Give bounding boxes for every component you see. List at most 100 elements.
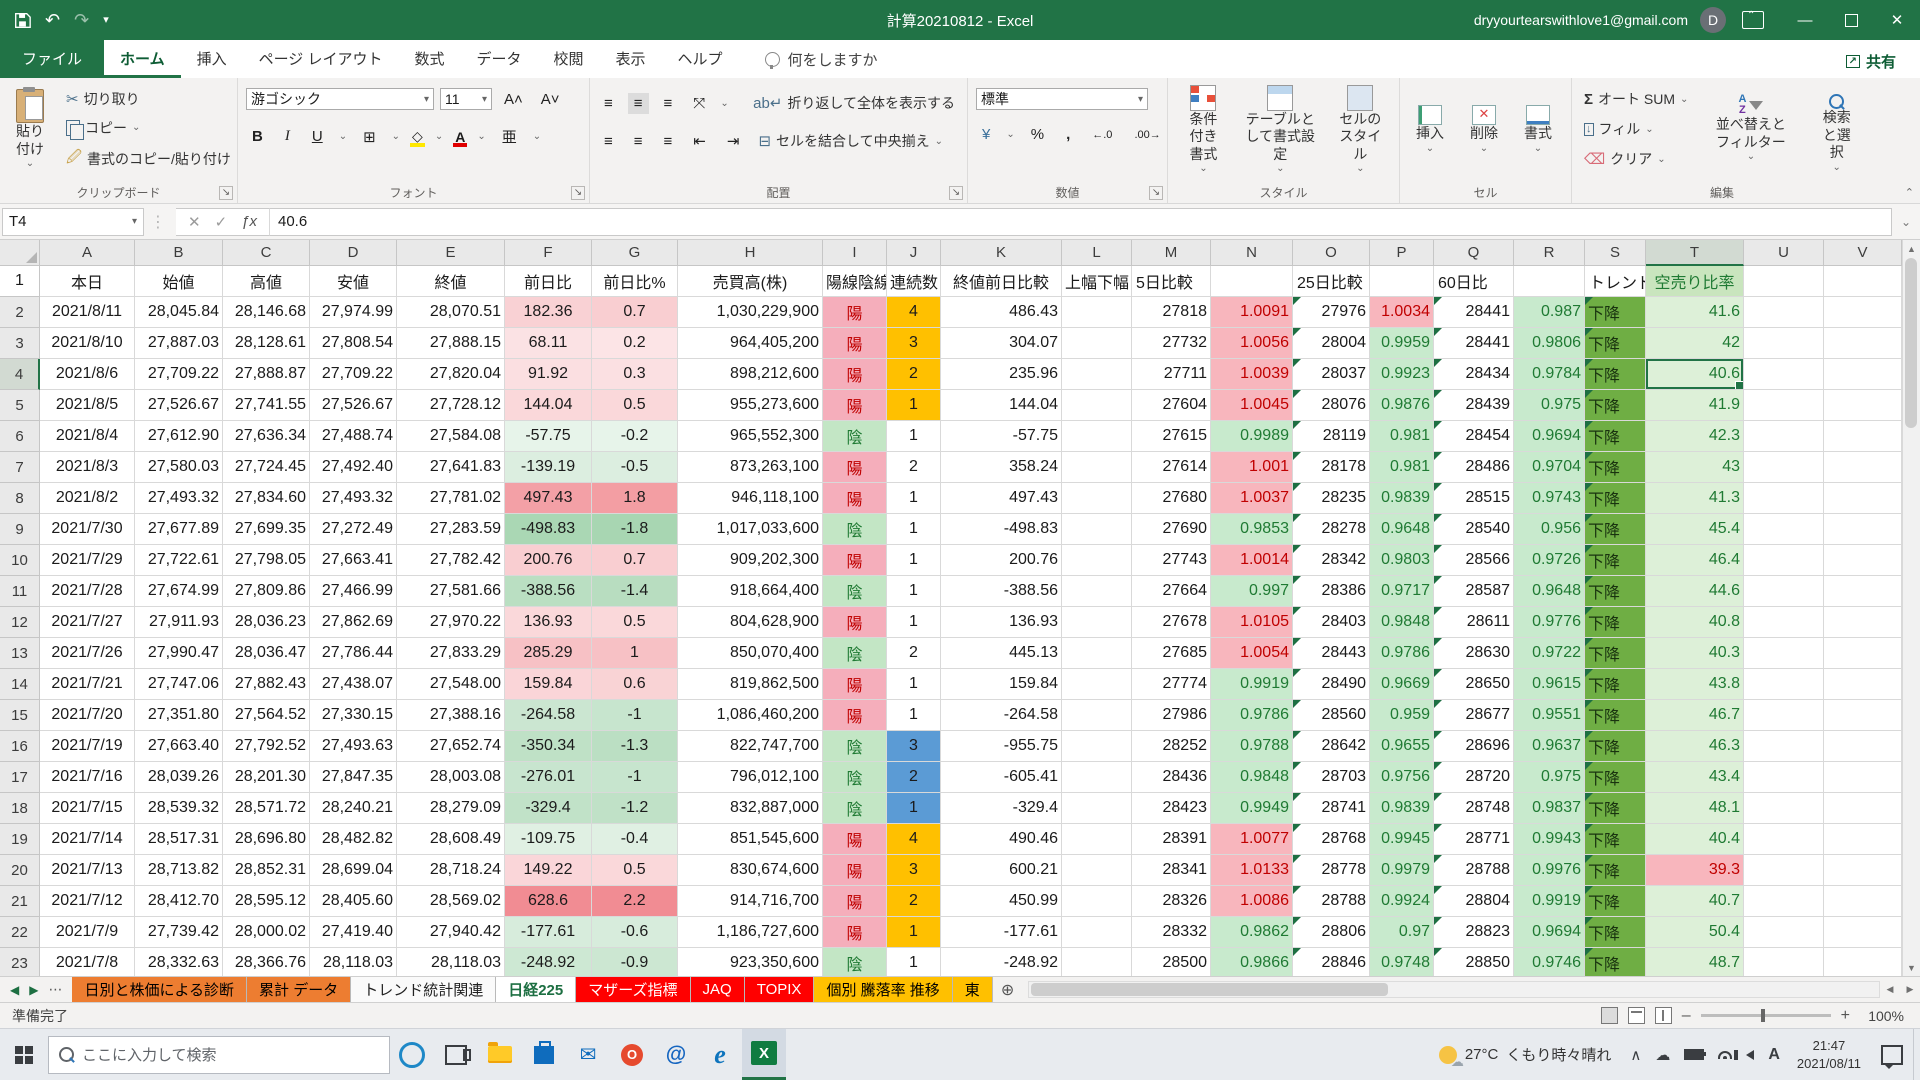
battery-icon[interactable] <box>1677 1049 1711 1060</box>
ribbon-tab-表示[interactable]: 表示 <box>600 40 662 78</box>
cell-K8[interactable]: 497.43 <box>941 483 1062 514</box>
cell-N23[interactable]: 0.9866 <box>1211 948 1293 976</box>
row-header-4[interactable]: 4 <box>0 359 40 390</box>
cell-D2[interactable]: 27,974.99 <box>310 297 397 328</box>
ribbon-display-options-icon[interactable] <box>1742 11 1764 29</box>
cell-E20[interactable]: 28,718.24 <box>397 855 505 886</box>
increase-decimal-icon[interactable]: ←.0 <box>1086 127 1118 143</box>
cell-M7[interactable]: 27614 <box>1132 452 1211 483</box>
cell-T16[interactable]: 46.3 <box>1646 731 1744 762</box>
cell-F11[interactable]: -388.56 <box>505 576 592 607</box>
comma-style-icon[interactable]: , <box>1060 124 1076 145</box>
cell-B4[interactable]: 27,709.22 <box>135 359 223 390</box>
cell-D23[interactable]: 28,118.03 <box>310 948 397 976</box>
cell-F16[interactable]: -350.34 <box>505 731 592 762</box>
onedrive-cloud-icon[interactable]: ☁ <box>1648 1046 1677 1064</box>
format-cells-button[interactable]: 書式⌄ <box>1516 103 1560 157</box>
column-header-R[interactable]: R <box>1514 240 1585 266</box>
zoom-in-icon[interactable]: + <box>1841 1007 1850 1025</box>
cell-J4[interactable]: 2 <box>887 359 941 390</box>
cell-D16[interactable]: 27,493.63 <box>310 731 397 762</box>
cell-K4[interactable]: 235.96 <box>941 359 1062 390</box>
cell-A23[interactable]: 2021/7/8 <box>40 948 135 976</box>
cell-I5[interactable]: 陽 <box>823 390 887 421</box>
cell-U20[interactable] <box>1744 855 1824 886</box>
clipboard-dialog-launcher[interactable]: ↘ <box>219 186 233 200</box>
cell-I22[interactable]: 陽 <box>823 917 887 948</box>
cell-T9[interactable]: 45.4 <box>1646 514 1744 545</box>
borders-icon[interactable]: ⊞ <box>357 126 382 148</box>
at-app-button[interactable]: @ <box>654 1029 698 1080</box>
cell-T20[interactable]: 39.3 <box>1646 855 1744 886</box>
cell-J8[interactable]: 1 <box>887 483 941 514</box>
cell-K2[interactable]: 486.43 <box>941 297 1062 328</box>
merge-center-button[interactable]: ⊟ セルを結合して中央揃え⌄ <box>754 128 947 154</box>
cell-F18[interactable]: -329.4 <box>505 793 592 824</box>
cell-C14[interactable]: 27,882.43 <box>223 669 310 700</box>
confirm-entry-icon[interactable]: ✓ <box>215 213 228 231</box>
cell-C2[interactable]: 28,146.68 <box>223 297 310 328</box>
horizontal-scroll-thumb[interactable] <box>1031 983 1388 996</box>
zoom-level[interactable]: 100% <box>1860 1008 1904 1024</box>
cell-B5[interactable]: 27,526.67 <box>135 390 223 421</box>
copy-button[interactable]: コピー⌄ <box>62 115 235 141</box>
collapse-ribbon-icon[interactable]: ⌃ <box>1905 186 1914 199</box>
cell-M9[interactable]: 27690 <box>1132 514 1211 545</box>
cell-V22[interactable] <box>1824 917 1902 948</box>
cell-T7[interactable]: 43 <box>1646 452 1744 483</box>
cell-T17[interactable]: 43.4 <box>1646 762 1744 793</box>
cell-J9[interactable]: 1 <box>887 514 941 545</box>
cell-N13[interactable]: 1.0054 <box>1211 638 1293 669</box>
cell-H10[interactable]: 909,202,300 <box>678 545 823 576</box>
cell-O17[interactable]: 28703 <box>1293 762 1370 793</box>
cell-A14[interactable]: 2021/7/21 <box>40 669 135 700</box>
cell-R19[interactable]: 0.9943 <box>1514 824 1585 855</box>
cell-U21[interactable] <box>1744 886 1824 917</box>
cell-V4[interactable] <box>1824 359 1902 390</box>
minimize-button[interactable]: — <box>1782 0 1828 40</box>
conditional-formatting-button[interactable]: 条件付き書式⌄ <box>1176 83 1231 178</box>
cell-R22[interactable]: 0.9694 <box>1514 917 1585 948</box>
cell-Q18[interactable]: 28748 <box>1434 793 1514 824</box>
cell-A21[interactable]: 2021/7/12 <box>40 886 135 917</box>
cell-T1[interactable]: 空売り比率 <box>1646 266 1744 297</box>
cell-T4[interactable]: 40.6 <box>1646 359 1744 390</box>
cell-C10[interactable]: 27,798.05 <box>223 545 310 576</box>
cell-M1[interactable]: 5日比較 <box>1132 266 1211 297</box>
cell-J1[interactable]: 連続数 <box>887 266 941 297</box>
sheet-nav-more-icon[interactable]: ⋯ <box>48 981 62 998</box>
ribbon-tab-挿入[interactable]: 挿入 <box>181 40 243 78</box>
cell-T19[interactable]: 40.4 <box>1646 824 1744 855</box>
cell-T11[interactable]: 44.6 <box>1646 576 1744 607</box>
cell-U8[interactable] <box>1744 483 1824 514</box>
save-icon[interactable] <box>14 12 31 29</box>
row-header-16[interactable]: 16 <box>0 731 40 762</box>
cell-G20[interactable]: 0.5 <box>592 855 678 886</box>
cell-E13[interactable]: 27,833.29 <box>397 638 505 669</box>
align-right-icon[interactable]: ≡ <box>658 131 679 152</box>
cell-G5[interactable]: 0.5 <box>592 390 678 421</box>
ribbon-tab-校閲[interactable]: 校閲 <box>538 40 600 78</box>
cortana-button[interactable] <box>390 1029 434 1080</box>
zoom-slider[interactable] <box>1701 1014 1831 1017</box>
excel-taskbar-button[interactable]: X <box>742 1029 786 1080</box>
cell-M14[interactable]: 27774 <box>1132 669 1211 700</box>
select-all-corner[interactable] <box>0 240 40 266</box>
insert-cells-button[interactable]: 挿入⌄ <box>1408 103 1452 157</box>
cell-E12[interactable]: 27,970.22 <box>397 607 505 638</box>
cell-C9[interactable]: 27,699.35 <box>223 514 310 545</box>
row-header-14[interactable]: 14 <box>0 669 40 700</box>
action-center-icon[interactable] <box>1881 1045 1903 1065</box>
cell-E2[interactable]: 28,070.51 <box>397 297 505 328</box>
cell-S20[interactable]: 下降 <box>1585 855 1646 886</box>
cell-E14[interactable]: 27,548.00 <box>397 669 505 700</box>
row-header-20[interactable]: 20 <box>0 855 40 886</box>
cell-S18[interactable]: 下降 <box>1585 793 1646 824</box>
cell-A5[interactable]: 2021/8/5 <box>40 390 135 421</box>
cell-A8[interactable]: 2021/8/2 <box>40 483 135 514</box>
cell-I18[interactable]: 陰 <box>823 793 887 824</box>
cell-R6[interactable]: 0.9694 <box>1514 421 1585 452</box>
cell-A6[interactable]: 2021/8/4 <box>40 421 135 452</box>
cell-G17[interactable]: -1 <box>592 762 678 793</box>
cell-D15[interactable]: 27,330.15 <box>310 700 397 731</box>
